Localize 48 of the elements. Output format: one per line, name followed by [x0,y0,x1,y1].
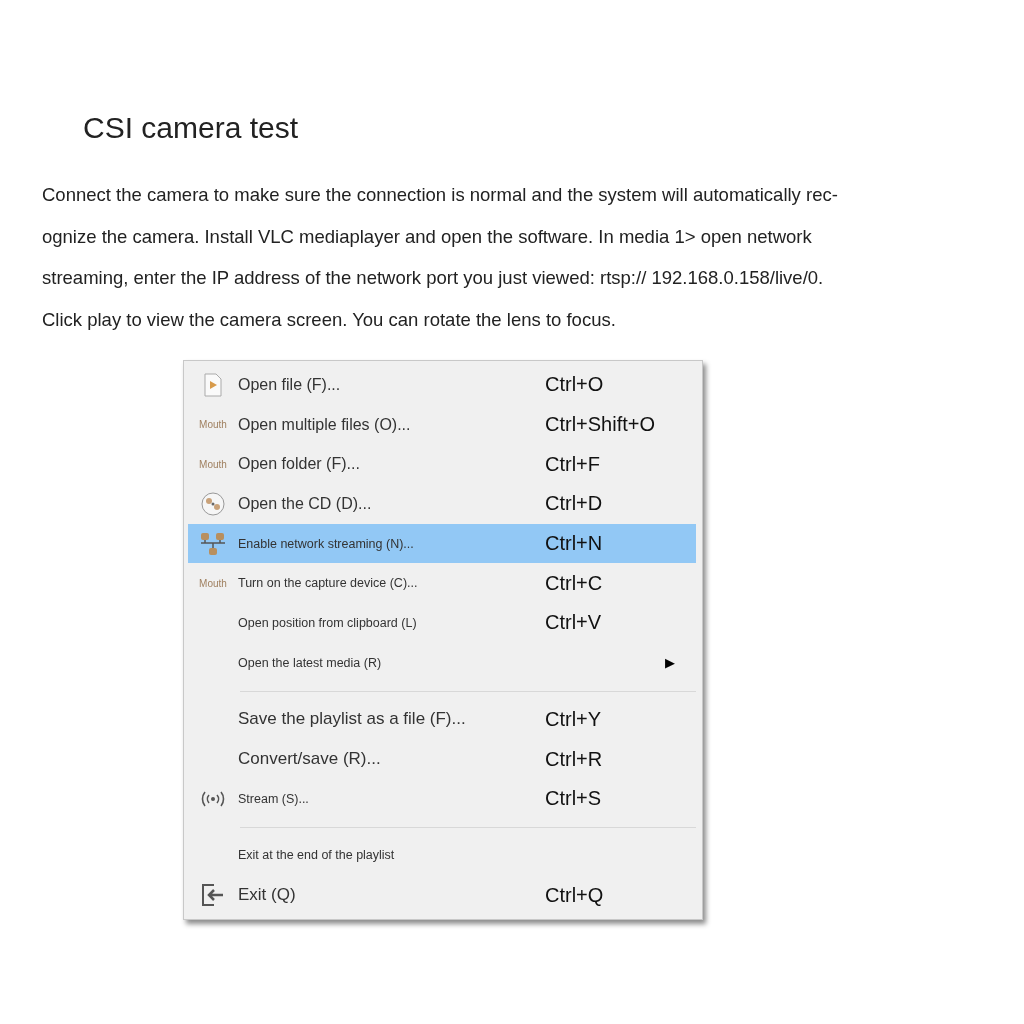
menu-item[interactable]: Exit (Q) Ctrl+Q [188,875,696,915]
shortcut-label: Ctrl+S [545,787,602,811]
menu-item[interactable]: Save the playlist as a file (F)... Ctrl+Y [188,699,696,740]
menu-item-label: Open folder (F)... [238,455,361,474]
shortcut-label: Ctrl+Shift+O [545,413,656,437]
file-icon [203,372,223,397]
menu-item-label: Open the latest media (R) [238,655,383,670]
menu-item-label: Open position from clipboard (L) [238,615,418,630]
shortcut-label: Ctrl+C [545,571,603,595]
menu-item[interactable]: Mouth Open folder (F)... Ctrl+F [188,444,696,485]
shortcut-label: Ctrl+Q [545,883,604,907]
menu-item-label: Enable network streaming (N)... [238,536,415,551]
menu-item[interactable]: Stream (S)... Ctrl+S [188,778,696,819]
icon-label: Mouth [199,577,227,589]
menu-item-label: Convert/save (R)... [238,749,382,770]
menu-item[interactable]: Open file (F)... Ctrl+O [188,365,696,405]
shortcut-label: Ctrl+D [545,492,603,516]
menu-item[interactable]: Open the CD (D)... Ctrl+D [188,484,696,524]
menu-item-label: Open the CD (D)... [238,494,373,513]
menu-item[interactable]: Open the latest media (R) ▶ [188,642,696,683]
description-text: Connect the camera to make sure the connection is normal and the system will automatically rec- ognize the camera. Install VLC mediaplayer and open the software. In media 1> open network streaming, enter the IP address of the network port you just viewed: rtsp:// 192.168.0.158/live/0. Click play to view the camera screen. You can rotate the lens to focus. [42,183,839,332]
shortcut-label: Ctrl+O [545,373,604,397]
disc-icon [201,491,225,516]
menu-item[interactable]: Enable network streaming (N)... Ctrl+N [188,523,696,564]
menu-item-label: Save the playlist as a file (F)... [238,709,467,730]
menu-item-label: Turn on the capture device (C)... [238,576,419,591]
network-icon [200,531,226,556]
menu-item-label: Open file (F)... [238,375,342,394]
submenu-arrow-icon: ▶ [665,655,675,671]
menu-item[interactable]: Mouth Turn on the capture device (C)... Ctrl+C [188,563,696,604]
icon-label: Mouth [199,458,227,470]
menu-item-label: Exit at the end of the playlist [238,848,396,863]
page-title: CSI camera test [83,110,300,146]
shortcut-label: Ctrl+N [545,532,603,556]
menu-item-label: Exit (Q) [238,885,297,906]
menu-item-label: Stream (S)... [238,791,310,806]
shortcut-label: Ctrl+V [545,611,602,635]
broadcast-icon [201,790,225,807]
shortcut-label: Ctrl+R [545,747,603,771]
shortcut-label: Ctrl+F [545,452,600,476]
menu-item-label: Open multiple files (O)... [238,415,412,434]
exit-icon [201,883,225,908]
menu-item[interactable]: Convert/save (R)... Ctrl+R [188,739,696,779]
menu-item[interactable]: Exit at the end of the playlist [188,835,696,876]
menu-item[interactable]: Open position from clipboard (L) Ctrl+V [188,603,696,643]
icon-label: Mouth [199,419,227,431]
shortcut-label: Ctrl+Y [545,707,602,731]
menu-item[interactable]: Mouth Open multiple files (O)... Ctrl+Shift+O [188,404,696,445]
